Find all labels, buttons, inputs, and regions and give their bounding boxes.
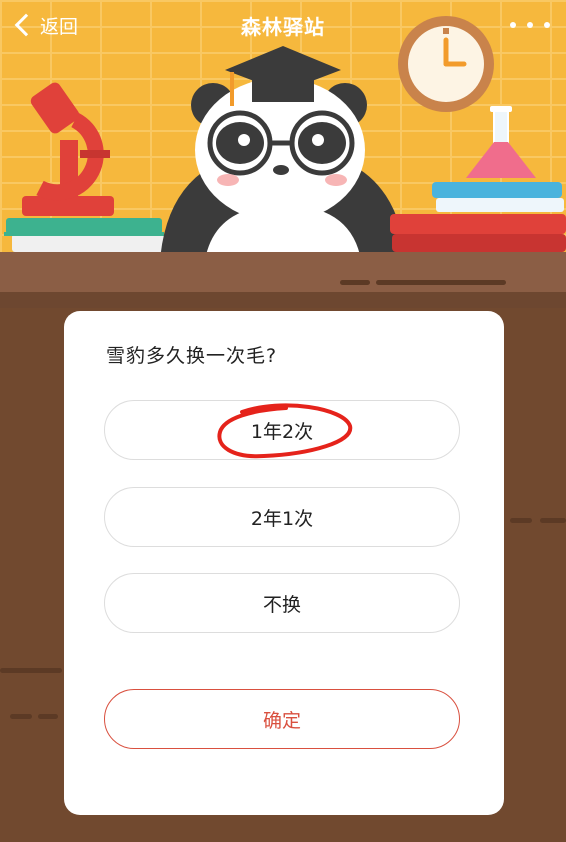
answer-option-label: 1年2次	[250, 420, 314, 443]
wood-groove	[0, 668, 62, 673]
books-left-icon	[4, 218, 164, 252]
more-dot-icon	[510, 22, 516, 28]
more-dot-icon	[544, 22, 550, 28]
books-right-icon	[390, 182, 566, 252]
nav-bar: 返回 森林驿站	[0, 0, 566, 50]
wood-groove	[38, 714, 58, 719]
confirm-button[interactable]: 确定	[104, 689, 460, 749]
wood-groove	[340, 280, 370, 285]
answer-option-2[interactable]: 2年1次	[104, 487, 460, 547]
answer-option-3[interactable]: 不换	[104, 573, 460, 633]
microscope-icon	[22, 82, 114, 216]
flask-icon	[466, 106, 536, 178]
more-button[interactable]	[510, 10, 550, 40]
desk-edge	[0, 292, 566, 308]
answer-option-1[interactable]: 1年2次	[104, 400, 460, 460]
wood-groove	[376, 280, 506, 285]
wood-groove	[10, 714, 32, 719]
wood-groove	[540, 518, 566, 523]
header-scene: 返回 森林驿站	[0, 0, 566, 260]
desk-top	[0, 252, 566, 296]
question-text: 雪豹多久换一次毛?	[106, 345, 278, 367]
answer-option-label: 不换	[262, 593, 301, 616]
page-title: 森林驿站	[241, 15, 325, 39]
answer-option-label: 2年1次	[250, 507, 314, 530]
panda-teacher-icon	[160, 46, 406, 260]
wood-groove	[510, 518, 532, 523]
more-dot-icon	[527, 22, 533, 28]
question-card: 雪豹多久换一次毛? 1年2次 2年1次 不换 确定	[64, 311, 504, 815]
confirm-label: 确定	[262, 709, 301, 732]
